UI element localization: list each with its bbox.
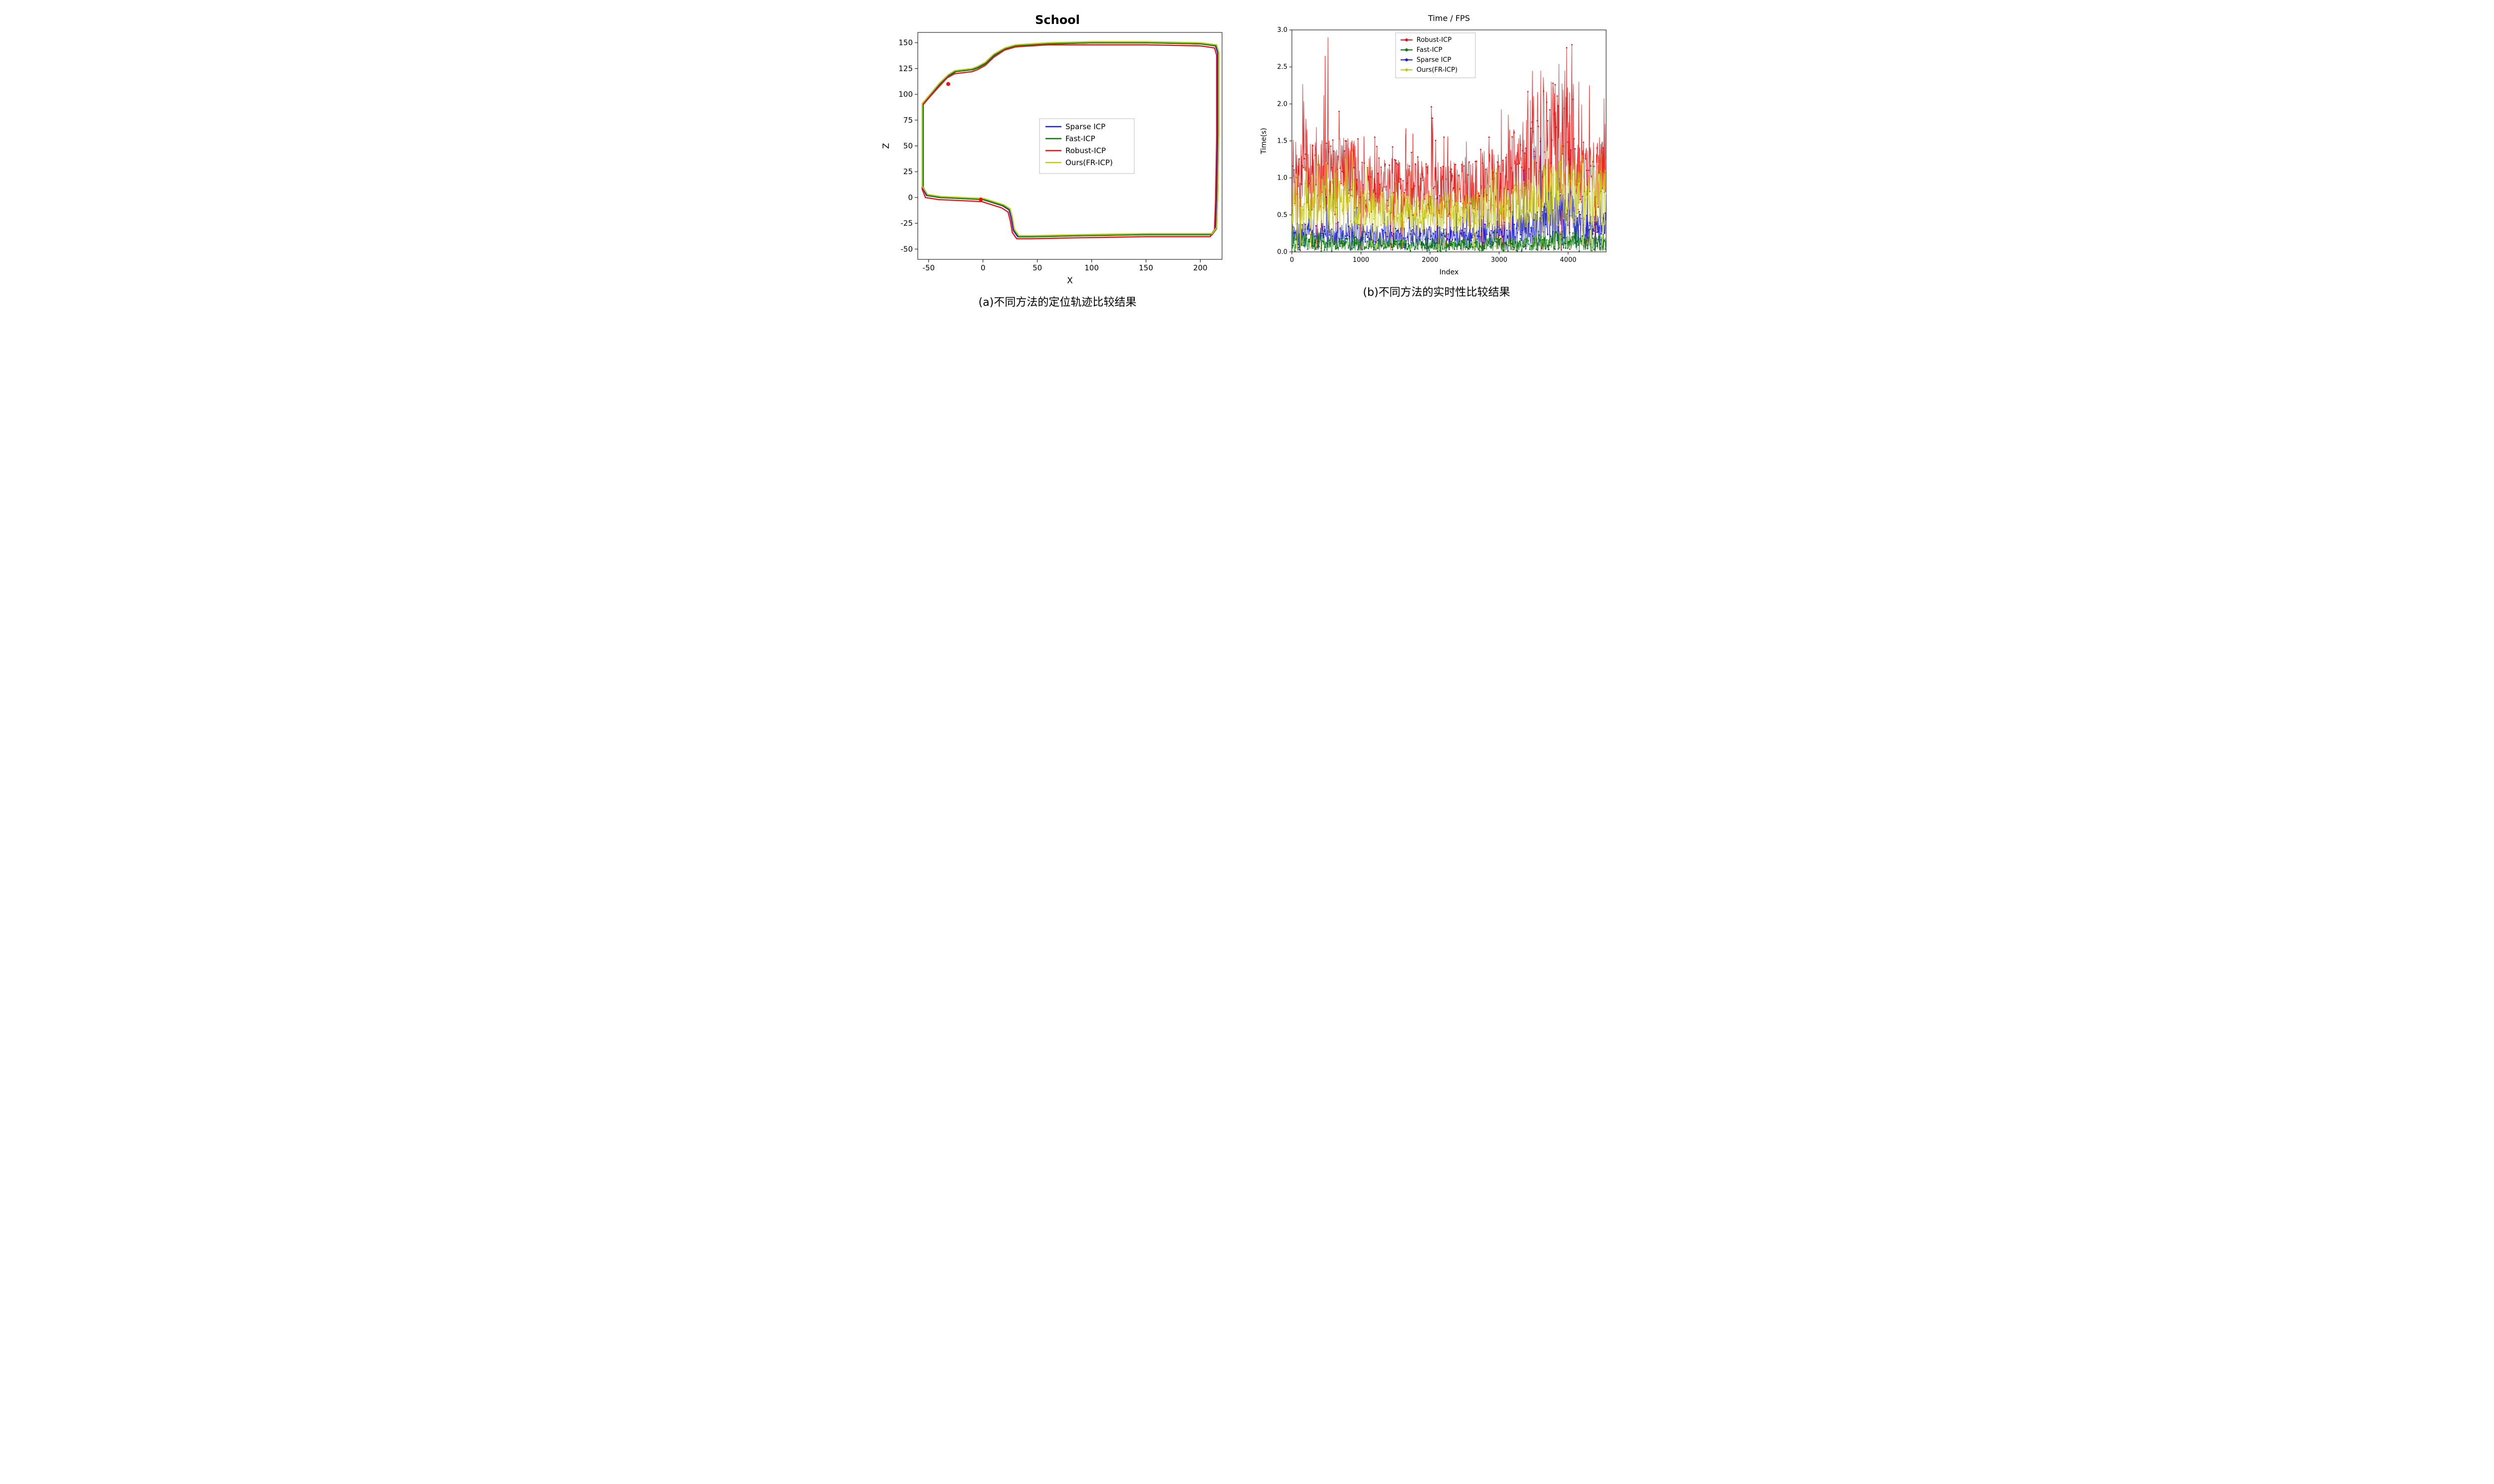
svg-text:Fast-ICP: Fast-ICP bbox=[1417, 46, 1443, 54]
caption-left: (a)不同方法的定位轨迹比较结果 bbox=[979, 293, 1137, 309]
svg-text:0: 0 bbox=[981, 263, 986, 272]
svg-text:50: 50 bbox=[903, 142, 913, 151]
svg-text:Index: Index bbox=[1440, 268, 1459, 276]
svg-text:0: 0 bbox=[908, 193, 913, 202]
trajectory-chart: School -50 0 50 100 150 200 -50 -25 0 25 50 75 100 125… bbox=[878, 10, 1237, 289]
panel-left: School -50 0 50 100 150 200 -50 -25 0 25 50 75 100 125… bbox=[878, 10, 1237, 309]
svg-text:2.5: 2.5 bbox=[1277, 63, 1287, 71]
timing-chart: Time / FPS 0 1000 2000 3000 4000 0.0 0.5 1.0 1.5 2… bbox=[1257, 10, 1616, 279]
svg-text:75: 75 bbox=[903, 116, 913, 125]
svg-text:Ours(FR-ICP): Ours(FR-ICP) bbox=[1065, 158, 1113, 167]
svg-text:1000: 1000 bbox=[1353, 256, 1369, 264]
svg-text:-50: -50 bbox=[901, 244, 913, 253]
svg-text:3.0: 3.0 bbox=[1277, 26, 1287, 34]
svg-text:Time(s): Time(s) bbox=[1260, 128, 1268, 154]
caption-right: (b)不同方法的实时性比较结果 bbox=[1363, 283, 1510, 299]
svg-text:Ours(FR-ICP): Ours(FR-ICP) bbox=[1417, 66, 1457, 74]
svg-text:150: 150 bbox=[1139, 263, 1153, 272]
svg-text:-50: -50 bbox=[923, 263, 935, 272]
svg-text:100: 100 bbox=[898, 90, 913, 99]
svg-text:Robust-ICP: Robust-ICP bbox=[1417, 36, 1452, 44]
svg-text:Time / FPS: Time / FPS bbox=[1428, 13, 1470, 23]
svg-text:Sparse ICP: Sparse ICP bbox=[1065, 122, 1105, 131]
svg-text:1.5: 1.5 bbox=[1277, 138, 1287, 145]
svg-text:25: 25 bbox=[903, 167, 913, 176]
svg-text:-25: -25 bbox=[901, 219, 913, 228]
svg-text:Sparse ICP: Sparse ICP bbox=[1417, 56, 1452, 64]
svg-text:2.0: 2.0 bbox=[1277, 100, 1287, 108]
svg-text:1.0: 1.0 bbox=[1277, 175, 1287, 182]
svg-text:3000: 3000 bbox=[1491, 256, 1507, 264]
svg-text:100: 100 bbox=[1084, 263, 1099, 272]
svg-text:Z: Z bbox=[881, 143, 891, 149]
svg-text:X: X bbox=[1067, 276, 1073, 286]
figure-row: School -50 0 50 100 150 200 -50 -25 0 25 50 75 100 125… bbox=[10, 10, 2484, 309]
svg-text:0.0: 0.0 bbox=[1277, 248, 1287, 256]
svg-text:0: 0 bbox=[1290, 256, 1294, 264]
svg-text:Robust-ICP: Robust-ICP bbox=[1065, 146, 1106, 155]
svg-text:150: 150 bbox=[898, 38, 913, 47]
svg-text:4000: 4000 bbox=[1560, 256, 1576, 264]
svg-text:Fast-ICP: Fast-ICP bbox=[1065, 134, 1095, 143]
svg-text:125: 125 bbox=[898, 64, 913, 73]
panel-right: Time / FPS 0 1000 2000 3000 4000 0.0 0.5 1.0 1.5 2… bbox=[1257, 10, 1616, 299]
svg-text:School: School bbox=[1035, 13, 1080, 27]
svg-text:200: 200 bbox=[1193, 263, 1208, 272]
svg-text:50: 50 bbox=[1033, 263, 1042, 272]
svg-text:2000: 2000 bbox=[1422, 256, 1438, 264]
svg-text:0.5: 0.5 bbox=[1277, 212, 1287, 219]
